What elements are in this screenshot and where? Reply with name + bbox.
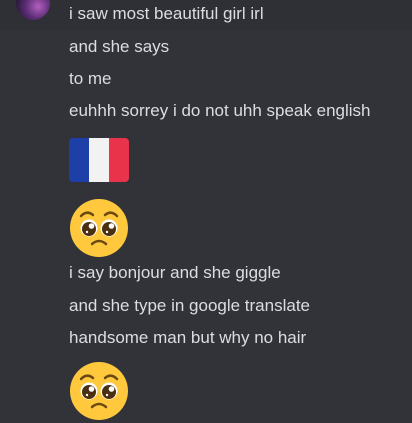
message-line: handsome man but why no hair (69, 328, 307, 347)
message-line: and she says (69, 37, 170, 56)
message-line: euhhh sorrey i do not uhh speak english (69, 101, 371, 120)
message-line: to me (69, 69, 112, 88)
message-line: i say bonjour and she giggle (69, 263, 281, 282)
pleading-face-icon[interactable] (69, 198, 129, 263)
flag-france-icon[interactable] (69, 138, 129, 182)
message-line: and she type in google translate (69, 296, 311, 315)
pleading-face-icon[interactable] (69, 361, 129, 423)
message-line: i saw most beautiful girl irl (69, 4, 264, 23)
